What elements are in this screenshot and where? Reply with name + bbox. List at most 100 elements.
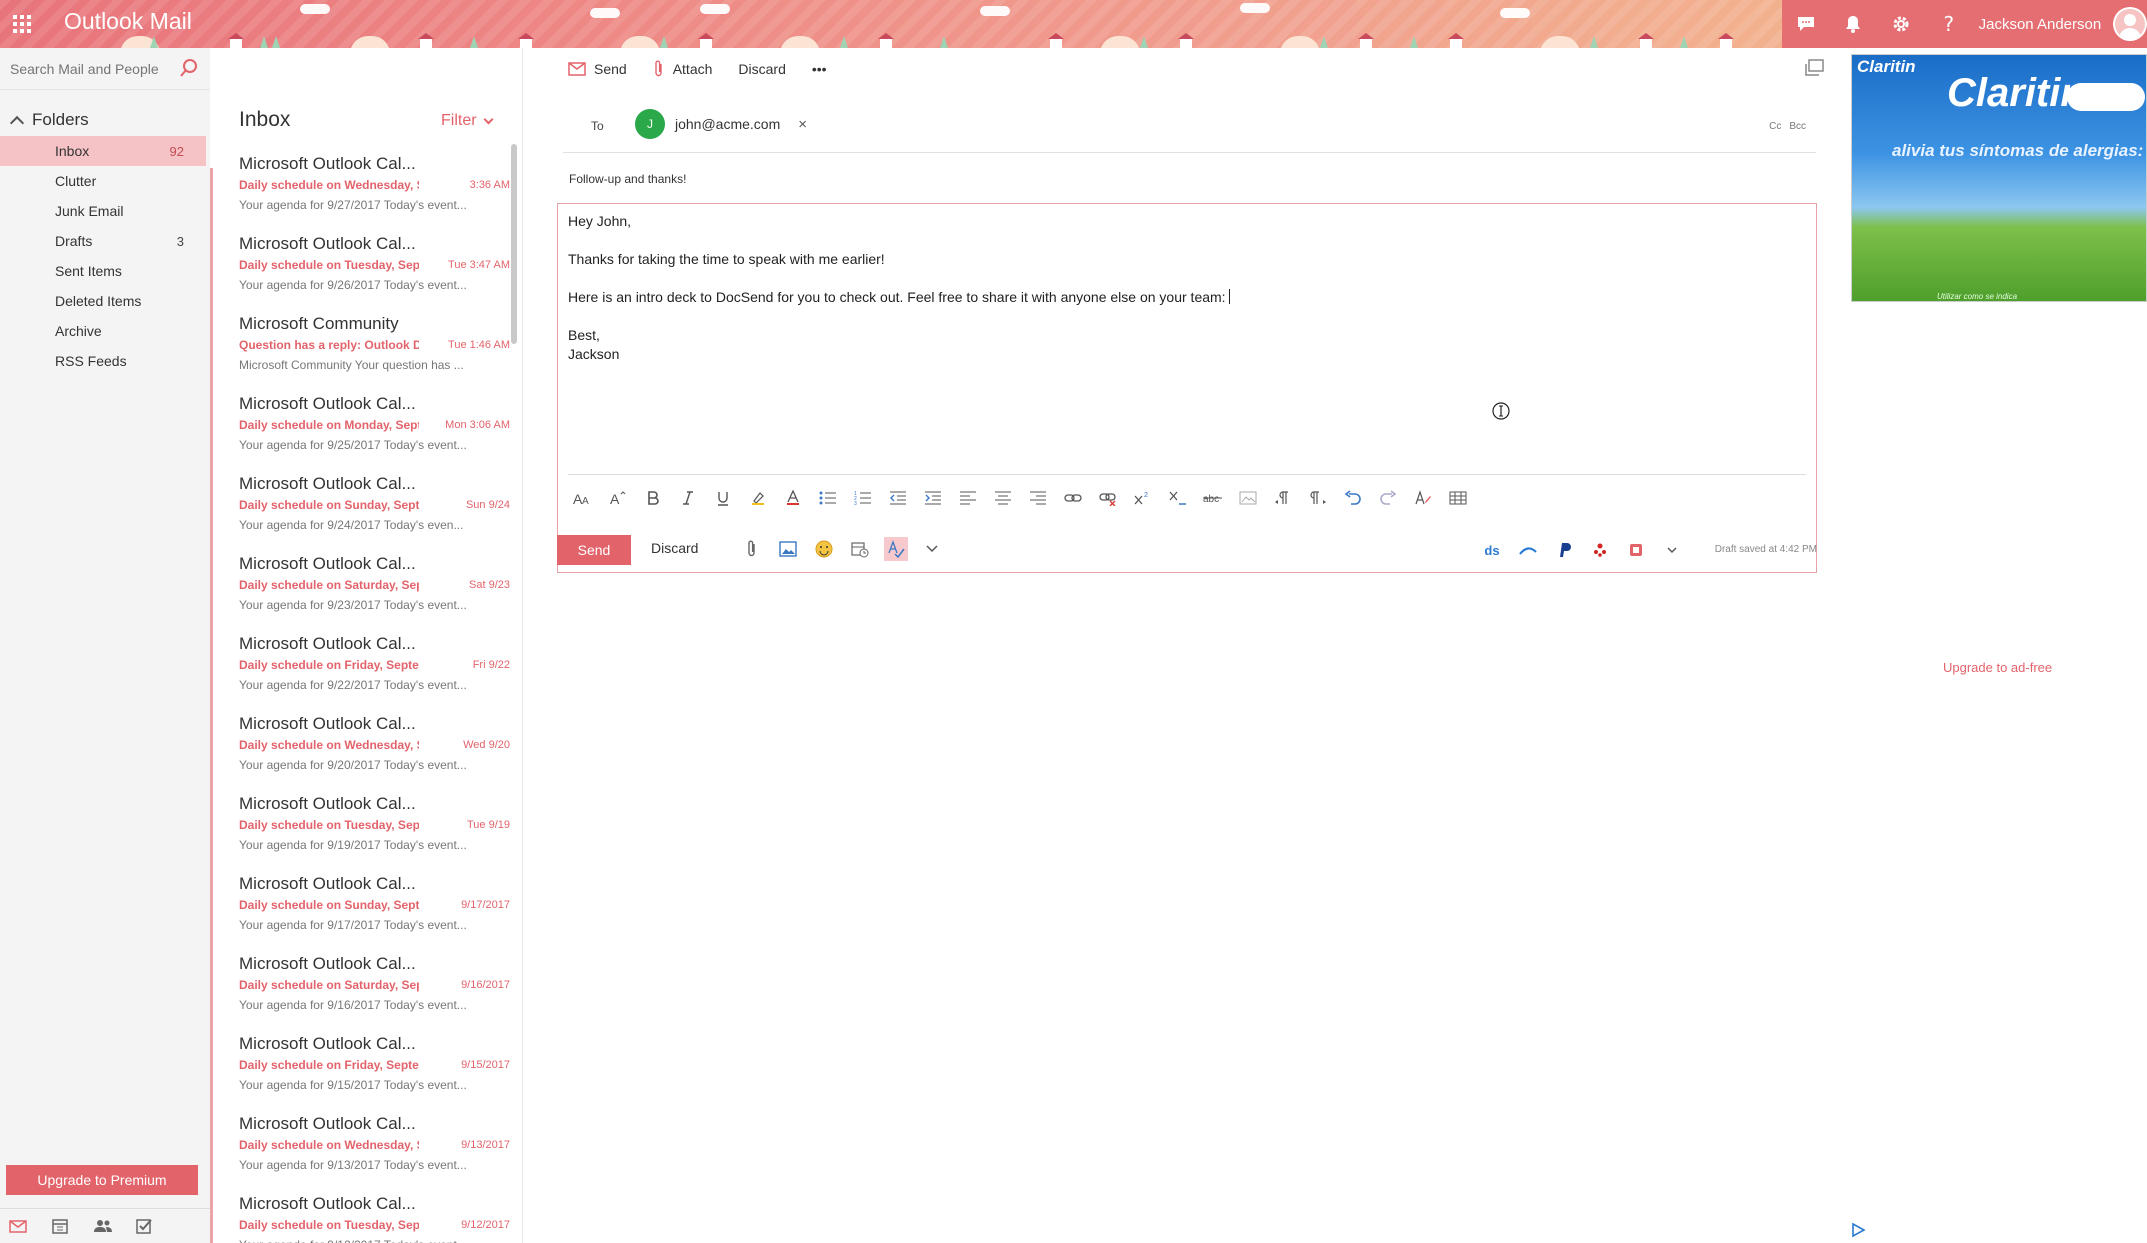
app-launcher-icon[interactable] (0, 0, 44, 48)
search-icon[interactable] (178, 57, 200, 79)
underline-icon[interactable] (712, 487, 734, 509)
folder-item-junk[interactable]: Junk Email (0, 196, 210, 226)
list-item[interactable]: Microsoft Outlook Cal... Daily schedule o… (210, 1184, 510, 1243)
superscript-icon[interactable]: 2 (1132, 487, 1154, 509)
message-time: Tue 9/19 (466, 819, 510, 831)
undo-icon[interactable] (1342, 487, 1364, 509)
upgrade-ad-free-link[interactable]: Upgrade to ad-free (1943, 660, 2052, 675)
numbered-list-icon[interactable]: 123 (852, 487, 874, 509)
more-options-icon[interactable]: ••• (812, 61, 827, 77)
toolbar-attach-button[interactable]: Attach (653, 60, 712, 78)
list-item[interactable]: Microsoft Outlook Cal... Daily schedule o… (210, 464, 510, 544)
picture-icon[interactable] (776, 537, 800, 561)
clear-formatting-icon[interactable] (1412, 487, 1434, 509)
message-subject: Daily schedule on Tuesday, Septe (239, 258, 419, 272)
avatar[interactable] (2113, 7, 2147, 41)
folder-item-archive[interactable]: Archive (0, 316, 210, 346)
paperclip-icon[interactable] (740, 537, 764, 561)
scrollbar[interactable] (511, 144, 517, 344)
ltr-icon[interactable] (1272, 487, 1294, 509)
rtl-icon[interactable] (1307, 487, 1329, 509)
gear-icon[interactable] (1877, 0, 1925, 48)
folder-item-clutter[interactable]: Clutter (0, 166, 210, 196)
message-sender: Microsoft Outlook Cal... (239, 1114, 416, 1133)
indent-icon[interactable] (922, 487, 944, 509)
list-item[interactable]: Microsoft Outlook Cal... Daily schedule o… (210, 864, 510, 944)
discard-button[interactable]: Discard (651, 540, 698, 556)
filter-button[interactable]: Filter (441, 112, 494, 130)
message-body-editor[interactable]: Hey John, Thanks for taking the time to … (557, 203, 1817, 573)
recipient-chip[interactable]: J john@acme.com × (635, 109, 807, 139)
docsend-addin-icon[interactable]: ds (1481, 539, 1503, 561)
message-preview: Your agenda for 9/24/2017 Today's even..… (239, 518, 464, 532)
people-icon[interactable] (92, 1216, 112, 1236)
font-color-icon[interactable] (782, 487, 804, 509)
subscript-icon[interactable] (1167, 487, 1189, 509)
folder-item-rss[interactable]: RSS Feeds (0, 346, 210, 376)
cc-link[interactable]: Cc (1769, 121, 1781, 132)
user-name[interactable]: Jackson Anderson (1979, 16, 2102, 33)
insert-table-icon[interactable] (1447, 487, 1469, 509)
list-item[interactable]: Microsoft Outlook Cal... Daily schedule o… (210, 1104, 510, 1184)
help-icon[interactable]: ? (1925, 0, 1973, 48)
highlight-icon[interactable] (747, 487, 769, 509)
app-title[interactable]: Outlook Mail (64, 8, 192, 35)
list-item[interactable]: Microsoft Outlook Cal... Daily schedule o… (210, 1024, 510, 1104)
chevron-down-icon[interactable] (920, 537, 944, 561)
addin-red-icon[interactable] (1625, 539, 1647, 561)
folder-item-drafts[interactable]: Drafts 3 (0, 226, 210, 256)
toolbar-discard-button[interactable]: Discard (738, 61, 785, 77)
list-item[interactable]: Microsoft Community Question has a reply:… (210, 304, 510, 384)
popout-icon[interactable] (1803, 58, 1825, 78)
list-item[interactable]: Microsoft Outlook Cal... Daily schedule o… (210, 224, 510, 304)
font-size-icon[interactable]: A (607, 487, 629, 509)
remove-link-icon[interactable] (1097, 487, 1119, 509)
list-item[interactable]: Microsoft Outlook Cal... Daily schedule o… (210, 704, 510, 784)
toolbar-send-button[interactable]: Send (568, 61, 627, 77)
bold-icon[interactable] (642, 487, 664, 509)
font-icon[interactable]: AA (572, 487, 594, 509)
outdent-icon[interactable] (887, 487, 909, 509)
italic-icon[interactable] (677, 487, 699, 509)
folder-item-deleted[interactable]: Deleted Items (0, 286, 210, 316)
message-body-text[interactable]: Hey John, Thanks for taking the time to … (568, 212, 1230, 364)
calendar-insert-icon[interactable] (848, 537, 872, 561)
boomerang-addin-icon[interactable] (1517, 539, 1539, 561)
list-item[interactable]: Microsoft Outlook Cal... Daily schedule o… (210, 624, 510, 704)
align-left-icon[interactable] (957, 487, 979, 509)
advertisement-banner[interactable]: Claritin Claritin alivia tus síntomas de… (1851, 54, 2147, 302)
tasks-icon[interactable] (134, 1216, 154, 1236)
adchoices-icon[interactable] (1850, 1222, 1866, 1238)
folders-header[interactable]: Folders (9, 110, 89, 130)
yelp-addin-icon[interactable] (1589, 539, 1611, 561)
redo-icon[interactable] (1377, 487, 1399, 509)
message-subject: Daily schedule on Friday, Septem (239, 1058, 419, 1072)
folder-item-inbox[interactable]: Inbox 92 (0, 136, 206, 166)
close-icon[interactable]: × (798, 116, 807, 133)
chat-icon[interactable] (1782, 0, 1830, 48)
insert-link-icon[interactable] (1062, 487, 1084, 509)
list-item[interactable]: Microsoft Outlook Cal... Daily schedule o… (210, 144, 510, 224)
bullet-list-icon[interactable] (817, 487, 839, 509)
align-center-icon[interactable] (992, 487, 1014, 509)
calendar-icon[interactable] (50, 1216, 70, 1236)
addins-more-chevron-icon[interactable] (1661, 539, 1683, 561)
folder-item-sent[interactable]: Sent Items (0, 256, 210, 286)
insert-image-icon[interactable] (1237, 487, 1259, 509)
bell-icon[interactable] (1830, 0, 1878, 48)
list-item[interactable]: Microsoft Outlook Cal... Daily schedule o… (210, 944, 510, 1024)
subject-field[interactable]: Follow-up and thanks! (569, 172, 686, 186)
list-item[interactable]: Microsoft Outlook Cal... Daily schedule o… (210, 784, 510, 864)
emoji-icon[interactable] (812, 537, 836, 561)
bcc-link[interactable]: Bcc (1789, 121, 1806, 132)
spellcheck-icon[interactable] (884, 537, 908, 561)
paypal-addin-icon[interactable] (1553, 539, 1575, 561)
list-item[interactable]: Microsoft Outlook Cal... Daily schedule o… (210, 384, 510, 464)
mail-icon[interactable] (8, 1216, 28, 1236)
upgrade-premium-button[interactable]: Upgrade to Premium (6, 1165, 198, 1195)
send-button[interactable]: Send (557, 535, 631, 565)
align-right-icon[interactable] (1027, 487, 1049, 509)
search-input[interactable] (10, 58, 175, 80)
list-item[interactable]: Microsoft Outlook Cal... Daily schedule o… (210, 544, 510, 624)
strikethrough-icon[interactable]: abc (1202, 487, 1224, 509)
